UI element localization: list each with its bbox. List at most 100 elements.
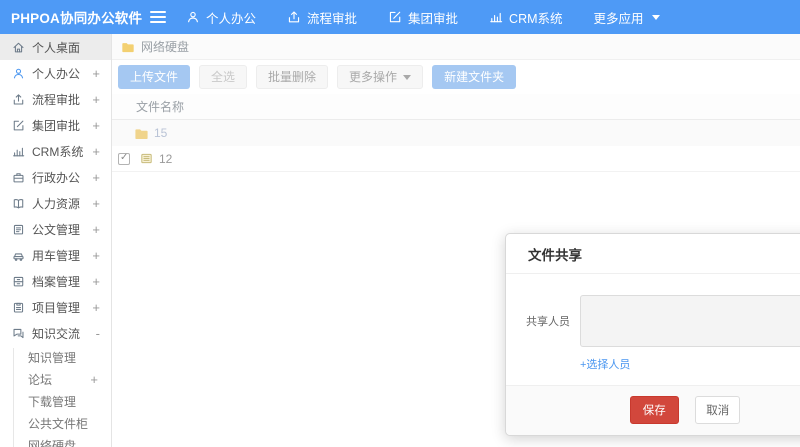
user-icon: [186, 10, 200, 24]
expand-mark[interactable]: -: [96, 326, 100, 341]
expand-mark[interactable]: +: [92, 222, 100, 237]
row-checkbox[interactable]: [118, 152, 130, 165]
nav-workflow-approval[interactable]: 流程审批: [287, 8, 357, 27]
sidebar-item-admin-office[interactable]: 行政办公 +: [0, 164, 111, 190]
book-icon: [12, 197, 25, 210]
sidebar-item-label: 个人桌面: [32, 40, 81, 55]
upload-file-button[interactable]: 上传文件: [118, 65, 191, 89]
file-name-column-header: 文件名称: [136, 100, 185, 114]
sidebar-item-human-resources[interactable]: 人力资源 +: [0, 190, 111, 216]
share-members-field: 共享人员: [526, 295, 800, 347]
file-row-folder-15[interactable]: 15: [112, 120, 800, 146]
expand-mark[interactable]: +: [92, 144, 100, 159]
top-header: PHPOA协同办公软件 个人办公 流程审批 集团审批 CRM系统 更多应用: [0, 0, 800, 34]
save-button[interactable]: 保存: [629, 396, 679, 424]
app-logo: PHPOA协同办公软件: [11, 11, 143, 26]
chart-icon: [12, 145, 25, 158]
cancel-button[interactable]: 取消: [695, 396, 741, 424]
sidebar-item-personal-office[interactable]: 个人办公 +: [0, 60, 111, 86]
expand-mark[interactable]: +: [92, 274, 100, 289]
caret-down-icon: [403, 74, 412, 80]
sidebar-item-label: CRM系统: [32, 144, 84, 159]
expand-mark[interactable]: +: [90, 372, 98, 387]
share-members-box[interactable]: [580, 295, 800, 347]
sidebar-item-workflow-approval[interactable]: 流程审批 +: [0, 86, 111, 112]
document-icon: [12, 223, 25, 236]
expand-mark[interactable]: +: [92, 196, 100, 211]
nav-personal-office[interactable]: 个人办公: [186, 8, 256, 27]
sidebar-subitem-download-management[interactable]: 下载管理: [0, 390, 111, 412]
nav-more-apps[interactable]: 更多应用: [594, 8, 660, 27]
sidebar-item-label: 人力资源: [32, 196, 81, 211]
file-cabinet-icon: [139, 151, 154, 166]
nav-label: 流程审批: [307, 11, 358, 26]
nav-label: 集团审批: [408, 11, 459, 26]
folder-icon: [121, 40, 135, 54]
file-row-file-12[interactable]: 12: [112, 146, 800, 172]
workflow-icon: [287, 10, 301, 24]
nav-label: 更多应用: [593, 11, 644, 26]
sidebar-item-knowledge-exchange[interactable]: 知识交流 -: [0, 320, 111, 346]
breadcrumb: 网络硬盘: [112, 34, 800, 60]
sidebar-subitem-label: 公共文件柜: [28, 416, 89, 431]
car-icon: [12, 249, 25, 262]
sidebar-subitem-label: 知识管理: [28, 350, 77, 365]
file-toolbar: 上传文件 全选 批量删除 更多操作 新建文件夹: [112, 60, 800, 94]
sidebar-item-label: 档案管理: [32, 274, 81, 289]
edit-icon: [388, 10, 402, 24]
sidebar-item-group-approval[interactable]: 集团审批 +: [0, 112, 111, 138]
sidebar-item-label: 项目管理: [32, 300, 81, 315]
sidebar-item-label: 行政办公: [32, 170, 81, 185]
sidebar-subitem-public-file-cabinet[interactable]: 公共文件柜: [0, 412, 111, 434]
expand-mark[interactable]: +: [92, 66, 100, 81]
sidebar-subitem-network-drive[interactable]: 网络硬盘: [0, 434, 111, 447]
chart-icon: [489, 10, 503, 24]
workflow-icon: [12, 93, 25, 106]
modal-title: 文件共享: [506, 234, 800, 274]
sidebar-item-archive-management[interactable]: 档案管理 +: [0, 268, 111, 294]
file-table-header: 文件名称: [112, 94, 800, 120]
sidebar: 个人桌面 个人办公 + 流程审批 + 集团审批 + CRM系统 + 行政办公 +…: [0, 34, 112, 447]
sidebar-subitem-label: 下载管理: [28, 394, 77, 409]
new-folder-button[interactable]: 新建文件夹: [432, 65, 517, 89]
sidebar-item-label: 个人办公: [32, 66, 81, 81]
expand-mark[interactable]: +: [92, 92, 100, 107]
file-name[interactable]: 15: [154, 126, 167, 140]
chat-icon: [12, 327, 25, 340]
sidebar-item-personal-desktop[interactable]: 个人桌面: [0, 34, 111, 60]
sidebar-item-vehicle-management[interactable]: 用车管理 +: [0, 242, 111, 268]
sidebar-item-project-management[interactable]: 项目管理 +: [0, 294, 111, 320]
nav-crm-system[interactable]: CRM系统: [489, 8, 563, 27]
breadcrumb-label: 网络硬盘: [141, 40, 190, 54]
sidebar-subitem-forum[interactable]: 论坛 +: [0, 368, 111, 390]
sidebar-item-label: 知识交流: [32, 326, 81, 341]
sidebar-item-crm-system[interactable]: CRM系统 +: [0, 138, 111, 164]
briefcase-icon: [12, 171, 25, 184]
archive-icon: [12, 275, 25, 288]
file-name[interactable]: 12: [159, 152, 172, 166]
knowledge-exchange-submenu: 知识管理 论坛 + 下载管理 公共文件柜 网络硬盘: [0, 346, 111, 447]
sidebar-subitem-label: 网络硬盘: [28, 438, 77, 447]
home-icon: [12, 41, 25, 54]
nav-group-approval[interactable]: 集团审批: [388, 8, 458, 27]
modal-body: 共享人员 +选择人员: [506, 274, 800, 385]
expand-mark[interactable]: +: [92, 248, 100, 263]
expand-mark[interactable]: +: [92, 118, 100, 133]
sidebar-item-label: 流程审批: [32, 92, 81, 107]
batch-delete-button[interactable]: 批量删除: [256, 65, 329, 89]
top-nav: 个人办公 流程审批 集团审批 CRM系统 更多应用: [186, 8, 691, 27]
select-members-link[interactable]: +选择人员: [580, 356, 630, 372]
user-icon: [12, 67, 25, 80]
menu-toggle-icon[interactable]: [150, 8, 166, 26]
sidebar-item-label: 用车管理: [32, 248, 81, 263]
sidebar-subitem-knowledge-management[interactable]: 知识管理: [0, 346, 111, 368]
expand-mark[interactable]: +: [92, 300, 100, 315]
sidebar-item-document-management[interactable]: 公文管理 +: [0, 216, 111, 242]
expand-mark[interactable]: +: [92, 170, 100, 185]
project-icon: [12, 301, 25, 314]
more-actions-button[interactable]: 更多操作: [337, 65, 424, 89]
file-share-modal: 文件共享 共享人员 +选择人员 保存 取消: [505, 233, 800, 436]
sidebar-item-label: 公文管理: [32, 222, 81, 237]
select-all-button[interactable]: 全选: [199, 65, 248, 89]
phpoa-app-window: PHPOA协同办公软件 个人办公 流程审批 集团审批 CRM系统 更多应用 个人…: [0, 0, 800, 447]
